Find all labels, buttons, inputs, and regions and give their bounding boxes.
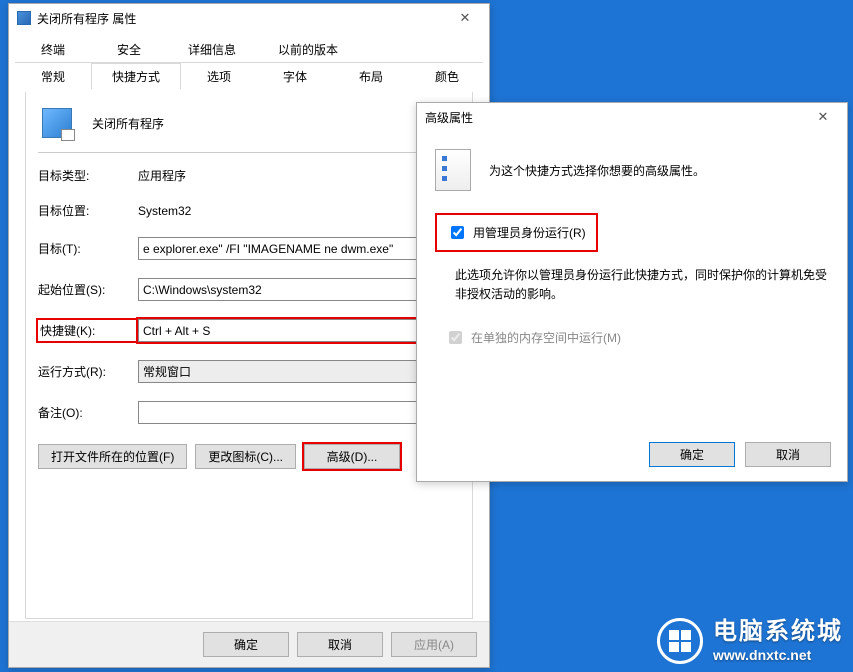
tab-previous-versions[interactable]: 以前的版本: [257, 36, 359, 63]
run-select[interactable]: 常规窗口: [138, 360, 460, 383]
window-title: 关闭所有程序 属性: [37, 10, 136, 27]
tab-details[interactable]: 详细信息: [167, 36, 257, 63]
run-label: 运行方式(R):: [38, 363, 138, 380]
target-type-label: 目标类型:: [38, 167, 138, 184]
window-icon: [17, 11, 31, 25]
close-icon[interactable]: ✕: [803, 104, 843, 130]
tab-layout[interactable]: 布局: [333, 63, 409, 89]
run-as-admin-desc: 此选项允许你以管理员身份运行此快捷方式，同时保护你的计算机免受非授权活动的影响。: [455, 266, 829, 304]
advanced-footer: 确定 取消: [417, 427, 847, 481]
watermark: 电脑系统城 www.dnxtc.net: [657, 618, 843, 664]
properties-footer: 确定 取消 应用(A): [9, 621, 489, 667]
shortcut-key-label: 快捷键(K):: [38, 320, 138, 341]
advanced-dialog: 高级属性 ✕ 为这个快捷方式选择你想要的高级属性。 用管理员身份运行(R) 此选…: [416, 102, 848, 482]
run-as-admin-checkbox[interactable]: [451, 226, 464, 239]
comment-input[interactable]: [138, 401, 460, 424]
start-in-label: 起始位置(S):: [38, 281, 138, 298]
tab-shortcut[interactable]: 快捷方式: [91, 63, 181, 89]
advanced-intro: 为这个快捷方式选择你想要的高级属性。: [489, 162, 705, 179]
shortcut-key-input[interactable]: [138, 319, 460, 342]
shortcut-pane: 关闭所有程序 目标类型: 应用程序 目标位置: System32 目标(T): …: [25, 92, 473, 619]
close-icon[interactable]: ✕: [445, 5, 485, 31]
apply-button[interactable]: 应用(A): [391, 632, 477, 657]
divider: [38, 152, 460, 153]
tab-colors[interactable]: 颜色: [409, 63, 485, 89]
advanced-button[interactable]: 高级(D)...: [304, 444, 400, 469]
advanced-icon: [435, 149, 471, 191]
advanced-title: 高级属性: [425, 109, 473, 126]
advanced-cancel-button[interactable]: 取消: [745, 442, 831, 467]
run-as-admin-group: 用管理员身份运行(R): [435, 213, 598, 252]
target-type-value: 应用程序: [138, 167, 460, 184]
tab-security[interactable]: 安全: [91, 36, 167, 63]
tab-font[interactable]: 字体: [257, 63, 333, 89]
comment-label: 备注(O):: [38, 404, 138, 421]
target-label: 目标(T):: [38, 240, 138, 257]
watermark-url: www.dnxtc.net: [713, 647, 811, 664]
open-file-location-button[interactable]: 打开文件所在的位置(F): [38, 444, 187, 469]
target-location-value: System32: [138, 204, 460, 218]
tab-terminal[interactable]: 终端: [15, 36, 91, 63]
shortcut-name: 关闭所有程序: [92, 115, 164, 132]
run-as-admin-label: 用管理员身份运行(R): [473, 224, 586, 241]
tab-options[interactable]: 选项: [181, 63, 257, 89]
target-input[interactable]: [138, 237, 460, 260]
change-icon-button[interactable]: 更改图标(C)...: [195, 444, 296, 469]
watermark-logo-icon: [657, 618, 703, 664]
ok-button[interactable]: 确定: [203, 632, 289, 657]
tabs: 终端 安全 详细信息 以前的版本 常规 快捷方式 选项 字体 布局 颜色: [9, 32, 489, 89]
tab-general[interactable]: 常规: [15, 63, 91, 89]
cancel-button[interactable]: 取消: [297, 632, 383, 657]
advanced-ok-button[interactable]: 确定: [649, 442, 735, 467]
advanced-titlebar[interactable]: 高级属性 ✕: [417, 103, 847, 131]
target-location-label: 目标位置:: [38, 202, 138, 219]
shortcut-icon: [42, 108, 72, 138]
start-in-input[interactable]: [138, 278, 460, 301]
separate-memory-label: 在单独的内存空间中运行(M): [471, 329, 621, 346]
watermark-title: 电脑系统城: [713, 618, 843, 647]
titlebar[interactable]: 关闭所有程序 属性 ✕: [9, 4, 489, 32]
separate-memory-checkbox: [449, 331, 462, 344]
